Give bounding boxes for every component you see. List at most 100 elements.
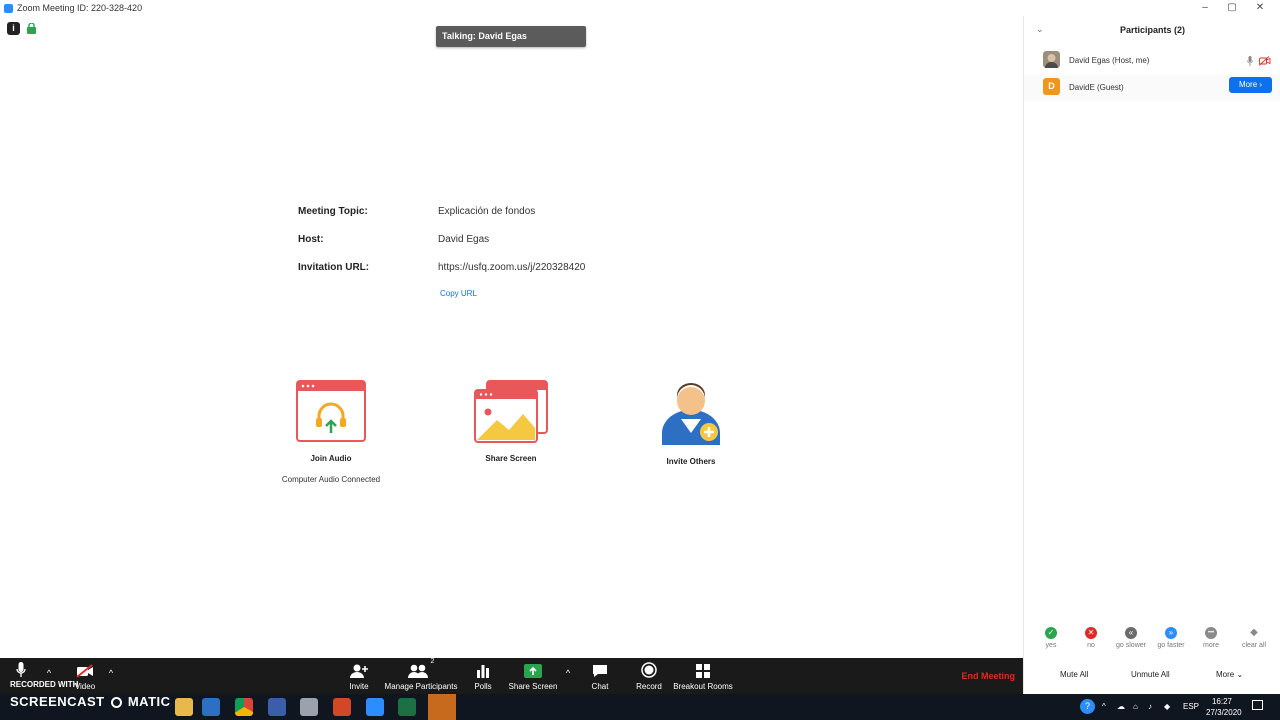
participant-video-off-icon — [1259, 56, 1271, 66]
breakout-rooms-label: Breakout Rooms — [673, 682, 733, 691]
manage-participants-button[interactable]: 2 Manage Participants — [383, 658, 459, 694]
feedback-label: clear all — [1241, 642, 1267, 649]
invitation-url-label: Invitation URL: — [298, 262, 370, 273]
clock-time: 16:27 — [1211, 697, 1233, 706]
dropbox-icon[interactable]: ◆ — [1164, 702, 1170, 711]
avatar — [1043, 51, 1060, 68]
screencast-icon[interactable] — [428, 694, 456, 720]
panel-more-button[interactable]: More ⌄ — [1216, 670, 1243, 679]
share-screen-arrow-icon — [524, 664, 542, 678]
add-person-icon — [350, 664, 368, 678]
join-audio-label: Join Audio — [310, 454, 352, 463]
windows-taskbar: ? ^ ☁ ⌂ ♪ ◆ ESP 16:27 27/3/2020 — [0, 694, 1280, 720]
window-title: Zoom Meeting ID: 220-328-420 — [17, 3, 143, 13]
eraser-icon: ◆ — [1250, 627, 1258, 638]
video-off-icon — [76, 664, 93, 678]
watermark-screencast-text: SCREENCAST — [10, 694, 105, 709]
audio-status: Computer Audio Connected — [281, 475, 381, 484]
powerpoint-icon[interactable] — [333, 698, 351, 716]
restore-button[interactable]: ▢ — [1222, 2, 1242, 13]
notifications-icon[interactable] — [1252, 700, 1263, 710]
show-hidden-icons[interactable]: ^ — [1102, 702, 1106, 711]
join-audio-action[interactable]: Join Audio Computer Audio Connected — [270, 380, 392, 484]
chat-icon — [593, 665, 607, 677]
share-screen-icon — [474, 380, 548, 443]
app-icon[interactable] — [300, 698, 318, 716]
chrome-icon[interactable] — [235, 698, 253, 716]
rewind-icon: « — [1125, 627, 1137, 639]
clock[interactable]: 16:27 27/3/2020 — [1206, 696, 1242, 718]
participant-more-button[interactable]: More › — [1229, 77, 1272, 93]
participant-row[interactable]: David Egas (Host, me) — [1024, 48, 1280, 74]
feedback-no[interactable]: ✕ no — [1071, 627, 1111, 649]
window-titlebar: Zoom Meeting ID: 220-328-420 – ▢ ✕ — [0, 0, 1280, 16]
feedback-label: more — [1203, 642, 1219, 649]
file-explorer-icon[interactable] — [175, 698, 193, 716]
host-label: Host: — [298, 234, 324, 245]
panel-more-label: More — [1216, 670, 1235, 679]
language-indicator[interactable]: ESP — [1183, 702, 1199, 711]
copy-url-link[interactable]: Copy URL — [440, 289, 477, 298]
zoom-icon[interactable] — [366, 698, 384, 716]
feedback-label: go faster — [1157, 642, 1185, 649]
share-screen-button[interactable]: Share Screen — [508, 658, 558, 694]
unmute-all-button[interactable]: Unmute All — [1131, 670, 1170, 679]
join-audio-icon — [296, 380, 366, 442]
host-value: David Egas — [438, 234, 490, 245]
lock-icon[interactable] — [27, 23, 36, 34]
participants-icon — [407, 664, 428, 678]
feedback-clear-all[interactable]: ◆ clear all — [1234, 627, 1274, 649]
excel-icon[interactable] — [398, 698, 416, 716]
more-label: More — [1238, 80, 1258, 89]
share-options-caret[interactable]: ^ — [561, 658, 575, 694]
watermark-matic-text: MATIC — [127, 694, 171, 709]
watermark-screencast: SCREENCAST MATIC — [10, 694, 171, 709]
breakout-rooms-button[interactable]: Breakout Rooms — [672, 658, 734, 694]
chat-button[interactable]: Chat — [586, 658, 614, 694]
meeting-topic-label: Meeting Topic: — [298, 206, 368, 217]
record-button[interactable]: Record — [632, 658, 666, 694]
feedback-more[interactable]: ••• more — [1191, 627, 1231, 649]
share-screen-action[interactable]: Share Screen — [460, 380, 562, 463]
participant-count: 2 — [430, 658, 435, 665]
meeting-main-area: i — [0, 16, 1023, 658]
minimize-button[interactable]: – — [1195, 2, 1215, 13]
participant-mic-icon — [1247, 56, 1253, 66]
share-screen-toolbar-label: Share Screen — [508, 682, 558, 691]
feedback-yes[interactable]: ✓ yes — [1031, 627, 1071, 649]
help-icon[interactable]: ? — [1080, 699, 1095, 714]
talking-indicator: Talking: David Egas — [436, 26, 586, 47]
participant-name: DavidE (Guest) — [1069, 83, 1124, 92]
polls-icon — [477, 665, 489, 678]
feedback-go-faster[interactable]: » go faster — [1151, 627, 1191, 649]
info-icon[interactable]: i — [7, 22, 20, 35]
feedback-label: no — [1087, 642, 1095, 649]
close-button[interactable]: ✕ — [1250, 2, 1270, 13]
clock-date: 27/3/2020 — [1206, 708, 1242, 717]
invitation-url-value: https://usfq.zoom.us/j/220328420 — [438, 262, 586, 273]
store-icon[interactable] — [202, 698, 220, 716]
participant-row[interactable]: D DavidE (Guest) More › — [1024, 75, 1280, 101]
volume-icon[interactable]: ♪ — [1148, 702, 1152, 711]
app-icon[interactable] — [268, 698, 286, 716]
invite-button[interactable]: Invite — [340, 658, 378, 694]
invite-others-icon — [662, 383, 720, 445]
mute-all-button[interactable]: Mute All — [1060, 670, 1088, 679]
participant-name: David Egas (Host, me) — [1069, 56, 1150, 65]
video-options-caret[interactable]: ^ — [104, 658, 118, 694]
breakout-rooms-icon — [696, 664, 710, 678]
polls-label: Polls — [474, 682, 492, 691]
onedrive-icon[interactable]: ☁ — [1117, 702, 1125, 711]
avatar: D — [1043, 78, 1060, 95]
screencast-logo-icon — [110, 697, 122, 709]
network-icon[interactable]: ⌂ — [1133, 702, 1138, 711]
feedback-label: go slower — [1116, 642, 1146, 649]
invite-label: Invite — [349, 682, 369, 691]
invite-others-action[interactable]: Invite Others — [641, 377, 741, 466]
polls-button[interactable]: Polls — [468, 658, 498, 694]
invite-others-label: Invite Others — [666, 457, 716, 466]
feedback-go-slower[interactable]: « go slower — [1111, 627, 1151, 649]
end-meeting-button[interactable]: End Meeting — [962, 671, 1016, 681]
manage-participants-label: Manage Participants — [384, 682, 458, 691]
fast-forward-icon: » — [1165, 627, 1177, 639]
